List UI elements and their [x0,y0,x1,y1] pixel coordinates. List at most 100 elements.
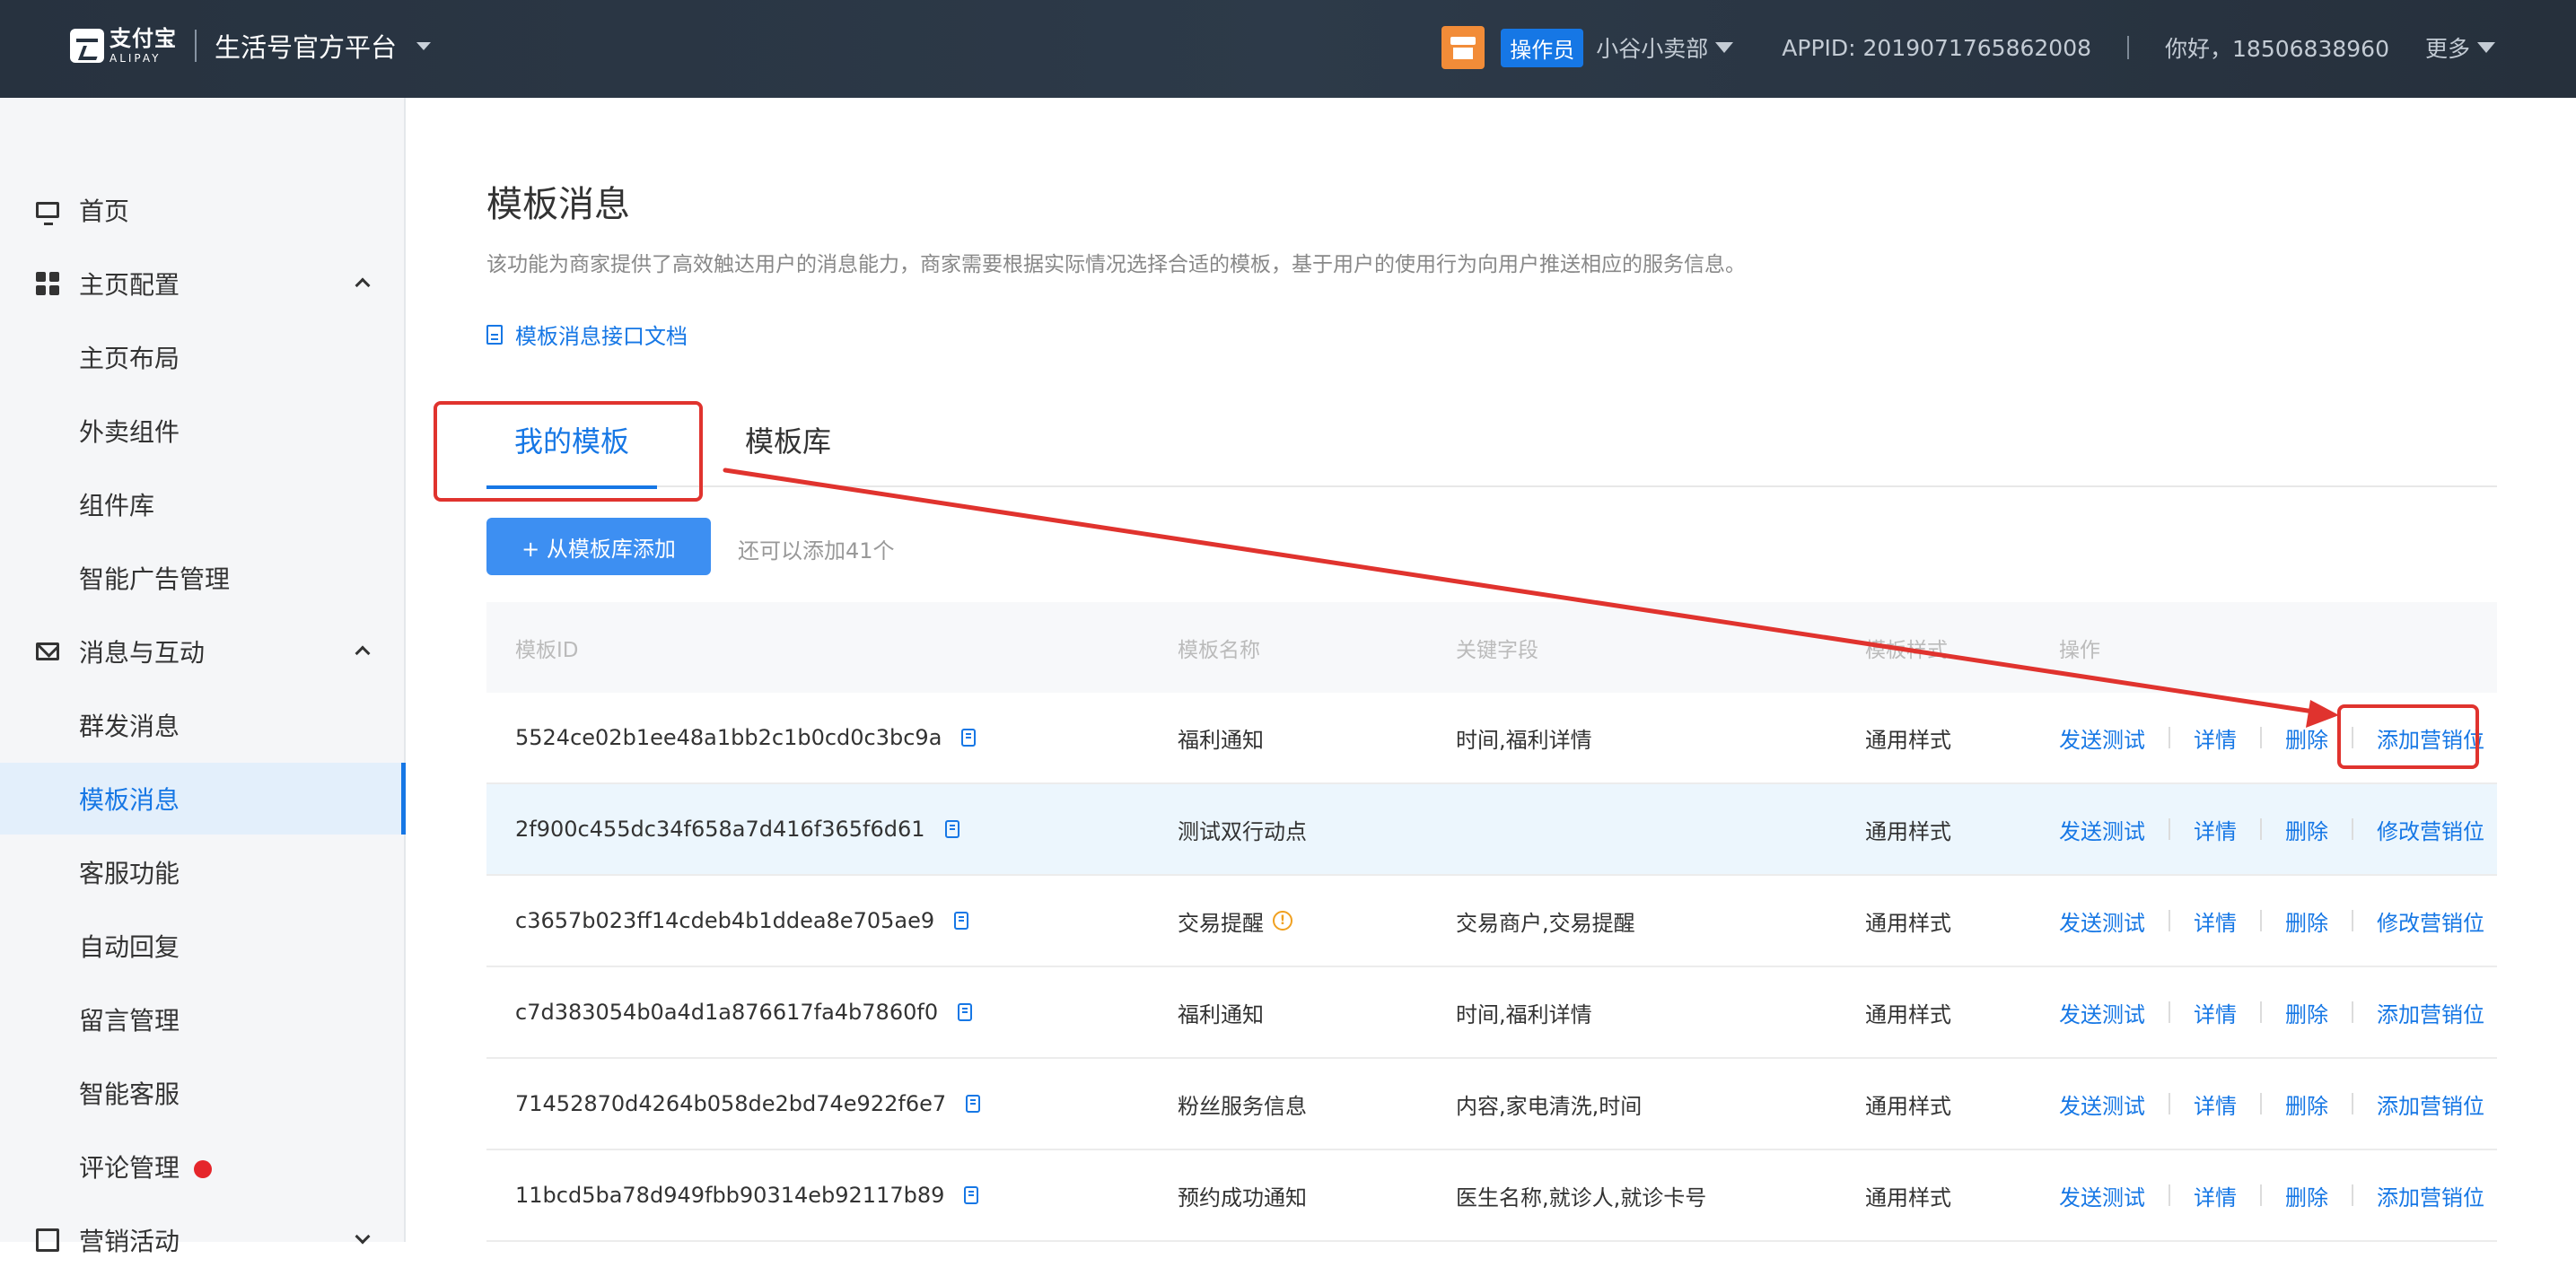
add-from-library-button[interactable]: + 从模板库添加 [486,518,711,575]
details-link[interactable]: 详情 [2194,905,2237,937]
sidebar-item-review-management[interactable]: 评论管理 [0,1131,404,1202]
logo-divider [195,30,197,62]
alipay-logo[interactable]: 支付宝 ALIPAY 生活号官方平台 [70,25,432,66]
alipay-logo-icon [70,29,104,63]
details-link[interactable]: 详情 [2194,1180,2237,1211]
mail-icon [36,642,59,660]
tab-my-templates[interactable]: 我的模板 [486,419,657,489]
caret-down-icon [1715,42,1734,53]
sidebar-item-label: 营销活动 [79,1227,180,1256]
sidebar-item-label: 评论管理 [79,1153,180,1183]
sidebar-item-smart-ads[interactable]: 智能广告管理 [0,542,404,614]
table-row: 11bcd5ba78d949fbb90314eb92117b89 预约成功通知 … [486,1150,2497,1242]
template-style: 通用样式 [1865,1001,1951,1027]
template-name: 福利通知 [1178,1001,1264,1027]
sidebar-item-label: 组件库 [79,491,155,520]
warning-icon[interactable]: ! [1273,911,1292,931]
tab-template-library[interactable]: 模板库 [745,419,831,487]
details-link[interactable]: 详情 [2194,814,2237,845]
delete-link[interactable]: 删除 [2285,997,2328,1028]
header-divider [2127,36,2130,59]
caret-down-icon[interactable] [416,41,432,50]
template-id: 71452870d4264b058de2bd74e922f6e7 [515,1091,947,1116]
send-test-link[interactable]: 发送测试 [2059,905,2145,937]
delete-link[interactable]: 删除 [2285,905,2328,937]
sidebar-item-takeout-component[interactable]: 外卖组件 [0,395,404,467]
sidebar-item-comments[interactable]: 留言管理 [0,983,404,1055]
template-name: 交易提醒 [1178,910,1264,936]
add-marketing-slot-link[interactable]: 添加营销位 [2377,722,2484,754]
template-style: 通用样式 [1865,727,1951,753]
sidebar-item-label: 首页 [79,197,130,226]
column-header-id: 模板ID [515,638,579,662]
template-name: 预约成功通知 [1178,1184,1307,1210]
sidebar-item-homepage-config[interactable]: 主页配置 [0,248,404,319]
row-actions: 发送测试 详情 删除 修改营销位 [2059,784,2484,874]
template-style: 通用样式 [1865,818,1951,844]
row-actions: 发送测试 详情 删除 添加营销位 [2059,1150,2484,1240]
sidebar-item-customer-service[interactable]: 客服功能 [0,836,404,908]
grid-icon [36,272,59,295]
sidebar-item-home[interactable]: 首页 [0,174,404,246]
sidebar-item-label: 客服功能 [79,859,180,888]
send-test-link[interactable]: 发送测试 [2059,722,2145,754]
template-style: 通用样式 [1865,1184,1951,1210]
merchant-switcher[interactable]: 小谷小卖部 [1596,31,1734,64]
edit-marketing-slot-link[interactable]: 修改营销位 [2377,905,2484,937]
add-marketing-slot-link[interactable]: 添加营销位 [2377,1088,2484,1120]
sidebar-item-label: 留言管理 [79,1006,180,1036]
details-link[interactable]: 详情 [2194,1088,2237,1120]
sidebar-item-label: 自动回复 [79,932,180,962]
main-content: 模板消息 该功能为商家提供了高效触达用户的消息能力，商家需要根据实际情况选择合适… [406,98,2576,1242]
api-doc-link[interactable]: 模板消息接口文档 [486,319,688,350]
monitor-icon [36,202,59,225]
page-description: 该功能为商家提供了高效触达用户的消息能力，商家需要根据实际情况选择合适的模板，基… [486,253,1746,276]
sidebar-item-homepage-layout[interactable]: 主页布局 [0,321,404,393]
sidebar-item-auto-reply[interactable]: 自动回复 [0,910,404,982]
send-test-link[interactable]: 发送测试 [2059,1180,2145,1211]
sidebar-item-marketing[interactable]: 营销活动 [0,1204,404,1276]
table-header: 模板ID 模板名称 关键字段 模板样式 操作 [486,602,2497,693]
add-marketing-slot-link[interactable]: 添加营销位 [2377,1180,2484,1211]
template-keys: 时间,福利详情 [1456,727,1592,753]
sidebar-item-label: 主页布局 [79,344,180,373]
chevron-up-icon [355,645,371,661]
details-link[interactable]: 详情 [2194,722,2237,754]
gift-icon [36,1228,59,1252]
top-bar: 支付宝 ALIPAY 生活号官方平台 操作员 小谷小卖部 APPID: 2019… [0,0,2576,98]
template-id: 2f900c455dc34f658a7d416f365f6d61 [515,817,925,842]
api-doc-link-label: 模板消息接口文档 [515,324,688,349]
template-keys: 交易商户,交易提醒 [1456,910,1635,936]
merchant-name: 小谷小卖部 [1596,36,1709,62]
sidebar-item-label: 模板消息 [79,785,180,815]
sidebar-item-smart-service[interactable]: 智能客服 [0,1057,404,1129]
more-label: 更多 [2424,36,2470,62]
copy-icon[interactable] [944,820,959,838]
send-test-link[interactable]: 发送测试 [2059,814,2145,845]
row-actions: 发送测试 详情 删除 修改营销位 [2059,876,2484,966]
send-test-link[interactable]: 发送测试 [2059,1088,2145,1120]
copy-icon[interactable] [954,912,969,930]
sidebar-item-mass-message[interactable]: 群发消息 [0,689,404,761]
delete-link[interactable]: 删除 [2285,814,2328,845]
sidebar-item-messages[interactable]: 消息与互动 [0,616,404,687]
template-keys: 医生名称,就诊人,就诊卡号 [1456,1184,1707,1210]
sidebar-item-template-message[interactable]: 模板消息 [0,763,406,835]
template-keys: 内容,家电清洗,时间 [1456,1093,1643,1119]
copy-icon[interactable] [964,1186,979,1204]
table-row: c7d383054b0a4d1a876617fa4b7860f0 福利通知 时间… [486,967,2497,1059]
sidebar-item-component-library[interactable]: 组件库 [0,468,404,540]
copy-icon[interactable] [966,1095,981,1113]
details-link[interactable]: 详情 [2194,997,2237,1028]
copy-icon[interactable] [958,1003,973,1021]
sidebar-item-label: 消息与互动 [79,638,206,668]
send-test-link[interactable]: 发送测试 [2059,997,2145,1028]
delete-link[interactable]: 删除 [2285,722,2328,754]
add-marketing-slot-link[interactable]: 添加营销位 [2377,997,2484,1028]
delete-link[interactable]: 删除 [2285,1180,2328,1211]
copy-icon[interactable] [961,729,977,747]
more-menu[interactable]: 更多 [2425,31,2495,64]
platform-name[interactable]: 生活号官方平台 [215,27,397,65]
edit-marketing-slot-link[interactable]: 修改营销位 [2377,814,2484,845]
delete-link[interactable]: 删除 [2285,1088,2328,1120]
